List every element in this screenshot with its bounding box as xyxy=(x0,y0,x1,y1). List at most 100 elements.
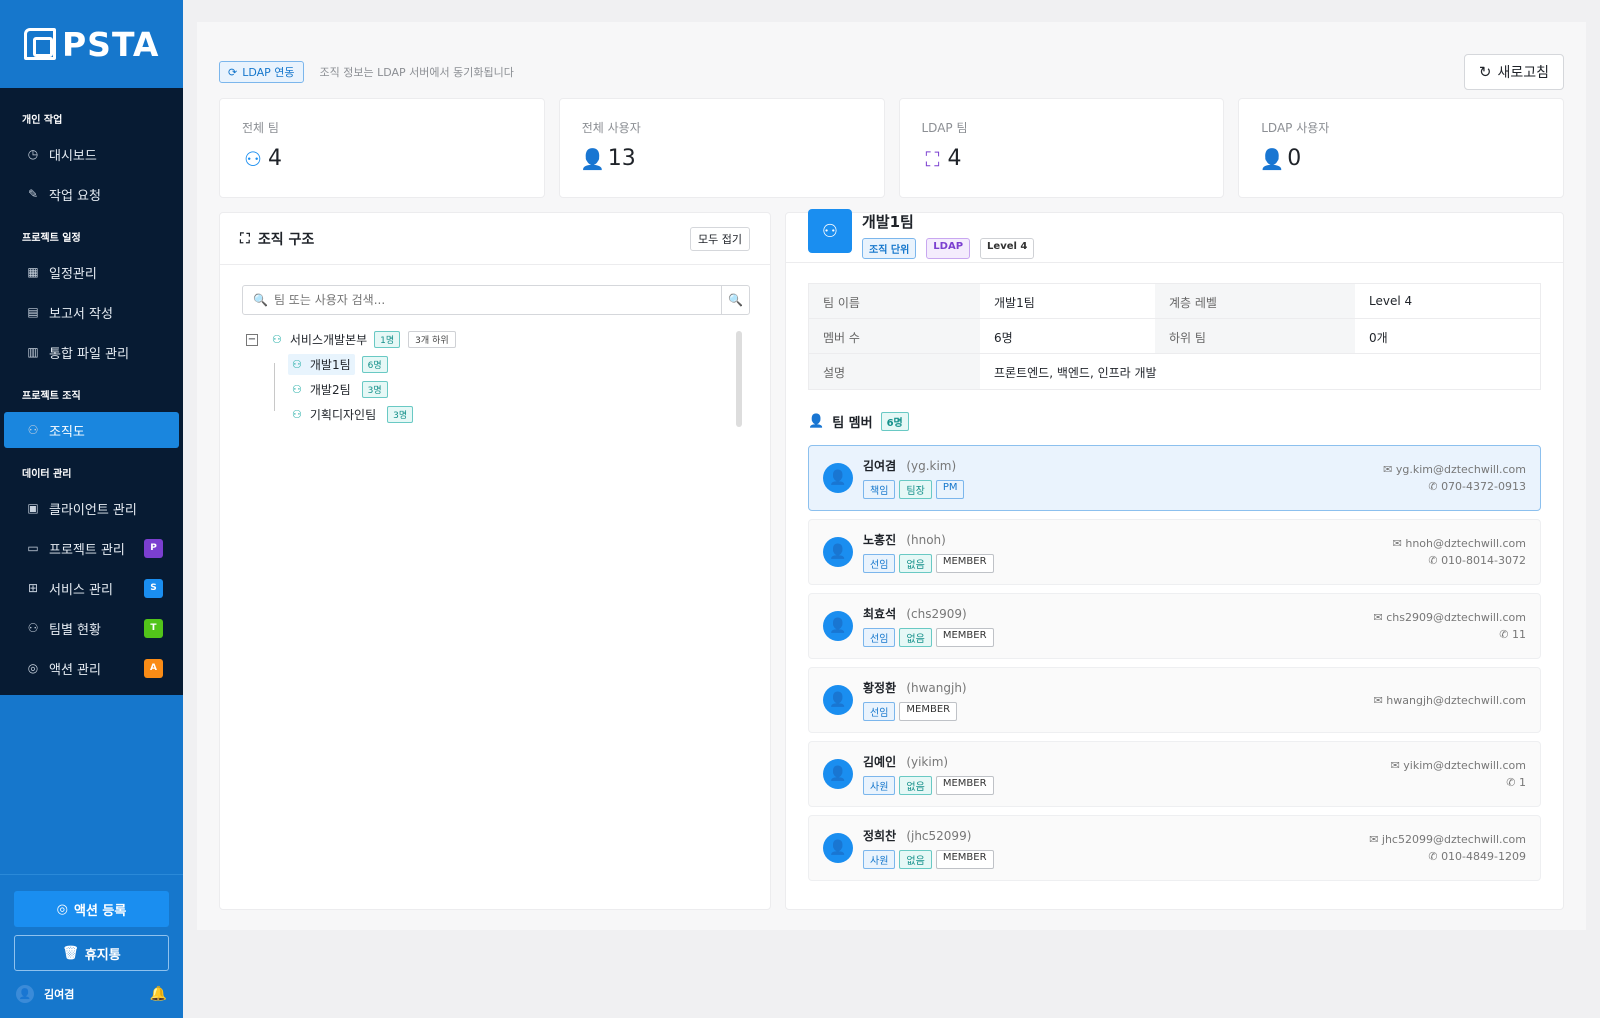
info-row: 멤버 수 6명 하위 팀 0개 xyxy=(809,319,1540,354)
member-tag: 선임 xyxy=(863,702,896,721)
org-structure-panel: ⛶ 조직 구조 모두 접기 🔍 🔍 − ⚇ 서비스개발본부 1명 3개 하위 ⚇… xyxy=(219,212,771,910)
avatar: 👤 xyxy=(16,985,34,1003)
sidebar-item-label: 클라이언트 관리 xyxy=(49,502,137,518)
sidebar-item-document[interactable]: ▤ 보고서 작성 xyxy=(0,292,183,332)
member-email-text: yikim@dztechwill.com xyxy=(1403,759,1526,772)
member-card[interactable]: 👤 김여겸 (yg.kim) 책임 팀장 PM ✉ yg.kim@dztechwil… xyxy=(808,445,1541,511)
sidebar-item-building[interactable]: ▣ 클라이언트 관리 xyxy=(0,488,183,528)
member-tags: 선임 없음 MEMBER xyxy=(863,554,994,573)
member-email: ✉ yg.kim@dztechwill.com xyxy=(1383,463,1526,476)
tree-node-child[interactable]: ⚇ 기획디자인팀 3명 xyxy=(242,402,748,427)
tree-node-label: ⚇ 기획디자인팀 xyxy=(288,404,380,425)
sidebar-item-grid[interactable]: ⊞ 서비스 관리 S xyxy=(0,568,183,608)
stat-value: 4 xyxy=(268,146,282,171)
sidebar-item-file[interactable]: ▥ 통합 파일 관리 xyxy=(0,332,183,372)
member-tag: MEMBER xyxy=(935,628,994,647)
search-icon: 🔍 xyxy=(253,293,268,307)
sidebar-item-label: 대시보드 xyxy=(49,148,97,164)
register-action-button[interactable]: ◎ 액션 등록 xyxy=(14,891,169,927)
tree-node-label: ⚇ 개발1팀 xyxy=(288,354,355,375)
member-tag: 책임 xyxy=(863,480,896,499)
stat-value-row: ⚇ 4 xyxy=(242,146,522,171)
tree-node-child[interactable]: ⚇ 개발2팀 3명 xyxy=(242,377,748,402)
member-card[interactable]: 👤 김예인 (yikim) 사원 없음 MEMBER ✉ yikim@dztechw… xyxy=(808,741,1541,807)
sidebar-bottom: ◎ 액션 등록 🗑 휴지통 👤 김여겸 🔔 xyxy=(0,874,183,1009)
member-count-badge: 3명 xyxy=(387,406,414,423)
member-info: 정희찬 (jhc52099) 사원 없음 MEMBER xyxy=(863,827,994,869)
member-info: 노홍진 (hnoh) 선임 없음 MEMBER xyxy=(863,531,994,573)
tree-scrollbar[interactable] xyxy=(736,331,742,427)
sidebar: PSTA 개인 작업 ◷ 대시보드 ✎ 작업 요청 프로젝트 일정 ▦ 일정관리 ▤ 보고서 작성… xyxy=(0,0,183,1018)
member-info: 황정환 (hwangjh) 선임 MEMBER xyxy=(863,679,967,721)
bell-icon[interactable]: 🔔 xyxy=(150,986,167,1002)
member-name-row: 최효석 (chs2909) xyxy=(863,605,994,622)
tag-level: Level 4 xyxy=(980,238,1035,259)
stat-card: LDAP 팀 ⛶ 4 xyxy=(898,98,1225,198)
member-email-text: hnoh@dztechwill.com xyxy=(1405,537,1526,550)
member-name: 노홍진 xyxy=(863,533,897,547)
member-tag: 사원 xyxy=(863,850,896,869)
member-name: 정희찬 xyxy=(863,829,897,843)
mail-icon: ✉ xyxy=(1373,693,1387,707)
info-value: Level 4 xyxy=(1369,294,1413,308)
info-value: 개발1팀 xyxy=(994,296,1035,310)
member-email: ✉ hwangjh@dztechwill.com xyxy=(1374,694,1526,707)
member-card[interactable]: 👤 황정환 (hwangjh) 선임 MEMBER ✉ hwangjh@dztec… xyxy=(808,667,1541,733)
logo[interactable]: PSTA xyxy=(0,0,183,88)
member-count-badge: 3명 xyxy=(361,381,388,398)
member-email: ✉ hnoh@dztechwill.com xyxy=(1393,537,1526,550)
sidebar-item-label: 일정관리 xyxy=(49,266,97,282)
logo-mark-icon xyxy=(24,28,56,60)
org-search-input[interactable] xyxy=(267,293,721,307)
sidebar-item-edit[interactable]: ✎ 작업 요청 xyxy=(0,174,183,214)
member-count-badge: 1명 xyxy=(374,331,401,348)
member-name-row: 노홍진 (hnoh) xyxy=(863,531,994,548)
sidebar-item-folder[interactable]: ▭ 프로젝트 관리 P xyxy=(0,528,183,568)
sidebar-item-org-chart[interactable]: ⚇ 조직도 xyxy=(4,412,179,448)
team-name: 개발1팀 xyxy=(862,213,914,231)
file-icon: ▥ xyxy=(27,345,39,359)
sidebar-item-dashboard[interactable]: ◷ 대시보드 xyxy=(0,134,183,174)
user-profile[interactable]: 👤 김여겸 🔔 xyxy=(0,979,183,1009)
search-button[interactable]: 🔍 xyxy=(721,286,749,314)
member-card[interactable]: 👤 노홍진 (hnoh) 선임 없음 MEMBER ✉ hnoh@dztechwil… xyxy=(808,519,1541,585)
sidebar-item-badge: S xyxy=(144,578,163,598)
refresh-button[interactable]: ↻ 새로고침 xyxy=(1463,54,1564,90)
tag-ldap: LDAP xyxy=(926,238,971,259)
org-panel-header: ⛶ 조직 구조 모두 접기 xyxy=(220,213,770,265)
member-contact: ✉ jhc52099@dztechwill.com ✆ 010-4849-120… xyxy=(1369,829,1526,867)
refresh-icon: ↻ xyxy=(1478,63,1492,81)
mail-icon: ✉ xyxy=(1392,537,1406,550)
member-name-row: 정희찬 (jhc52099) xyxy=(863,827,994,844)
member-card[interactable]: 👤 정희찬 (jhc52099) 사원 없음 MEMBER ✉ jhc52099@d… xyxy=(808,815,1541,881)
tree-node-child[interactable]: ⚇ 개발1팀 6명 xyxy=(242,352,748,377)
sidebar-item-team[interactable]: ⚇ 팀별 현황 T xyxy=(0,608,183,648)
ldap-note: 조직 정보는 LDAP 서버에서 동기화됩니다 xyxy=(319,66,514,79)
sidebar-item-calendar[interactable]: ▦ 일정관리 xyxy=(0,252,183,292)
sidebar-item-label: 액션 관리 xyxy=(49,662,101,678)
register-action-label: 액션 등록 xyxy=(73,903,127,919)
member-tags: 사원 없음 MEMBER xyxy=(863,850,994,869)
info-key: 계층 레벨 xyxy=(1155,284,1355,318)
member-contact: ✉ hwangjh@dztechwill.com xyxy=(1374,690,1526,711)
member-id: (yikim) xyxy=(906,755,949,769)
collapse-toggle-icon[interactable]: − xyxy=(246,333,258,346)
sidebar-section-title: 프로젝트 일정 xyxy=(22,233,81,244)
stat-value: 13 xyxy=(607,146,636,171)
team-icon: ⚇ xyxy=(292,358,302,371)
member-email-text: hwangjh@dztechwill.com xyxy=(1386,693,1526,707)
stat-value: 4 xyxy=(947,146,962,171)
user-icon: 👤 xyxy=(808,414,825,429)
member-name-row: 김예인 (yikim) xyxy=(863,753,994,770)
member-card[interactable]: 👤 최효석 (chs2909) 선임 없음 MEMBER ✉ chs2909@dzt… xyxy=(808,593,1541,659)
sidebar-item-check-circle[interactable]: ◎ 액션 관리 A xyxy=(0,648,183,688)
member-phone: ✆ 1 xyxy=(1391,776,1526,789)
sidebar-item-label: 작업 요청 xyxy=(49,188,101,204)
stat-card: 전체 팀 ⚇ 4 xyxy=(219,98,545,198)
tree-node-root[interactable]: − ⚇ 서비스개발본부 1명 3개 하위 xyxy=(242,327,748,352)
collapse-all-button[interactable]: 모두 접기 xyxy=(690,226,750,251)
member-email-text: jhc52099@dztechwill.com xyxy=(1381,833,1526,846)
member-phone: ✆ 010-8014-3072 xyxy=(1393,554,1526,567)
trash-button[interactable]: 🗑 휴지통 xyxy=(14,935,169,971)
member-phone-text: 010-8014-3072 xyxy=(1441,554,1526,567)
